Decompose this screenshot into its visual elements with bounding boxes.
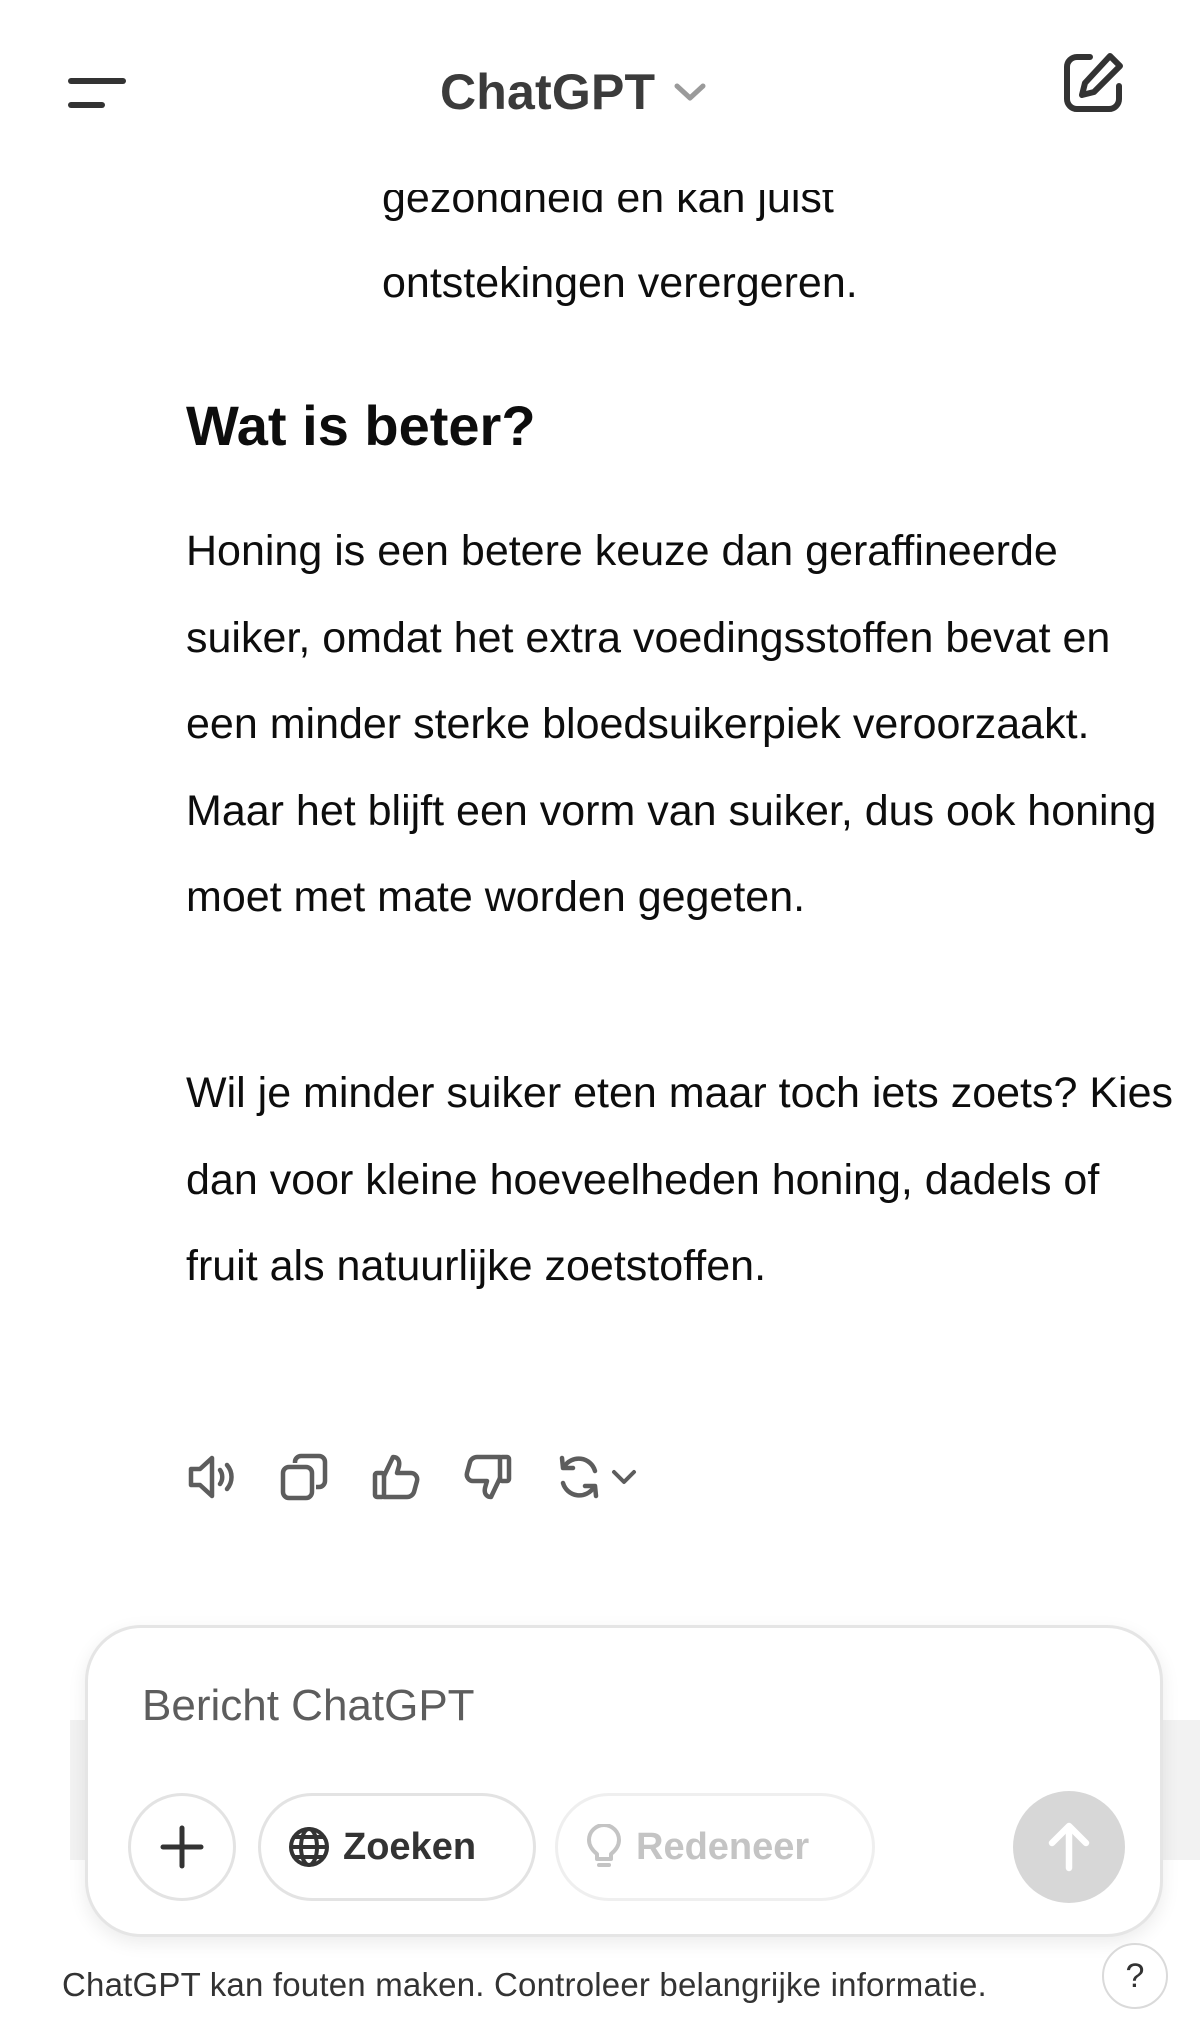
chat-thread: gezondheid en kan juist ontstekingen ver… — [0, 0, 1200, 1560]
copy-icon — [280, 1453, 328, 1501]
help-button[interactable]: ? — [1102, 1943, 1168, 2009]
thumbs-down-icon — [464, 1454, 512, 1500]
regenerate-icon — [559, 1455, 599, 1499]
arrow-up-icon — [1048, 1822, 1090, 1872]
search-toggle-button[interactable]: Zoeken — [258, 1793, 536, 1901]
sidebar-toggle-button[interactable] — [52, 56, 152, 136]
message-paragraph: Honing is een betere keuze dan geraffine… — [186, 527, 1157, 921]
compose-icon — [1064, 53, 1123, 112]
top-bar: ChatGPT — [0, 0, 1200, 190]
lightbulb-icon — [587, 1824, 621, 1867]
good-response-button[interactable] — [370, 1448, 422, 1506]
plus-icon — [160, 1825, 204, 1869]
attach-button[interactable] — [128, 1793, 236, 1901]
chevron-down-icon — [674, 83, 706, 101]
reason-toggle-label: Redeneer — [636, 1825, 810, 1868]
model-name: ChatGPT — [440, 64, 656, 120]
hamburger-menu-icon — [68, 78, 126, 108]
globe-icon — [289, 1827, 329, 1867]
new-chat-button[interactable] — [1060, 50, 1150, 140]
regenerate-button[interactable] — [554, 1452, 638, 1502]
reason-toggle-button[interactable]: Redeneer — [555, 1793, 875, 1901]
bad-response-button[interactable] — [462, 1448, 514, 1506]
message-text-line: ontstekingen verergeren. — [382, 259, 858, 307]
message-input[interactable] — [140, 1670, 1104, 1742]
section-heading: Wat is beter? — [186, 394, 536, 457]
message-actions — [186, 1448, 638, 1506]
message-paragraph: Wil je minder suiker eten maar toch iets… — [186, 1069, 1174, 1290]
thumbs-up-icon — [372, 1454, 420, 1500]
send-button[interactable] — [1013, 1791, 1125, 1903]
read-aloud-icon — [188, 1455, 234, 1499]
read-aloud-button[interactable] — [186, 1448, 238, 1506]
copy-button[interactable] — [278, 1448, 330, 1506]
disclaimer-text: ChatGPT kan fouten maken. Controleer bel… — [62, 1966, 987, 2003]
search-toggle-label: Zoeken — [343, 1825, 477, 1868]
message-composer: Zoeken Redeneer — [85, 1625, 1163, 1937]
model-selector[interactable]: ChatGPT — [440, 52, 707, 132]
chevron-down-icon — [612, 1470, 636, 1484]
